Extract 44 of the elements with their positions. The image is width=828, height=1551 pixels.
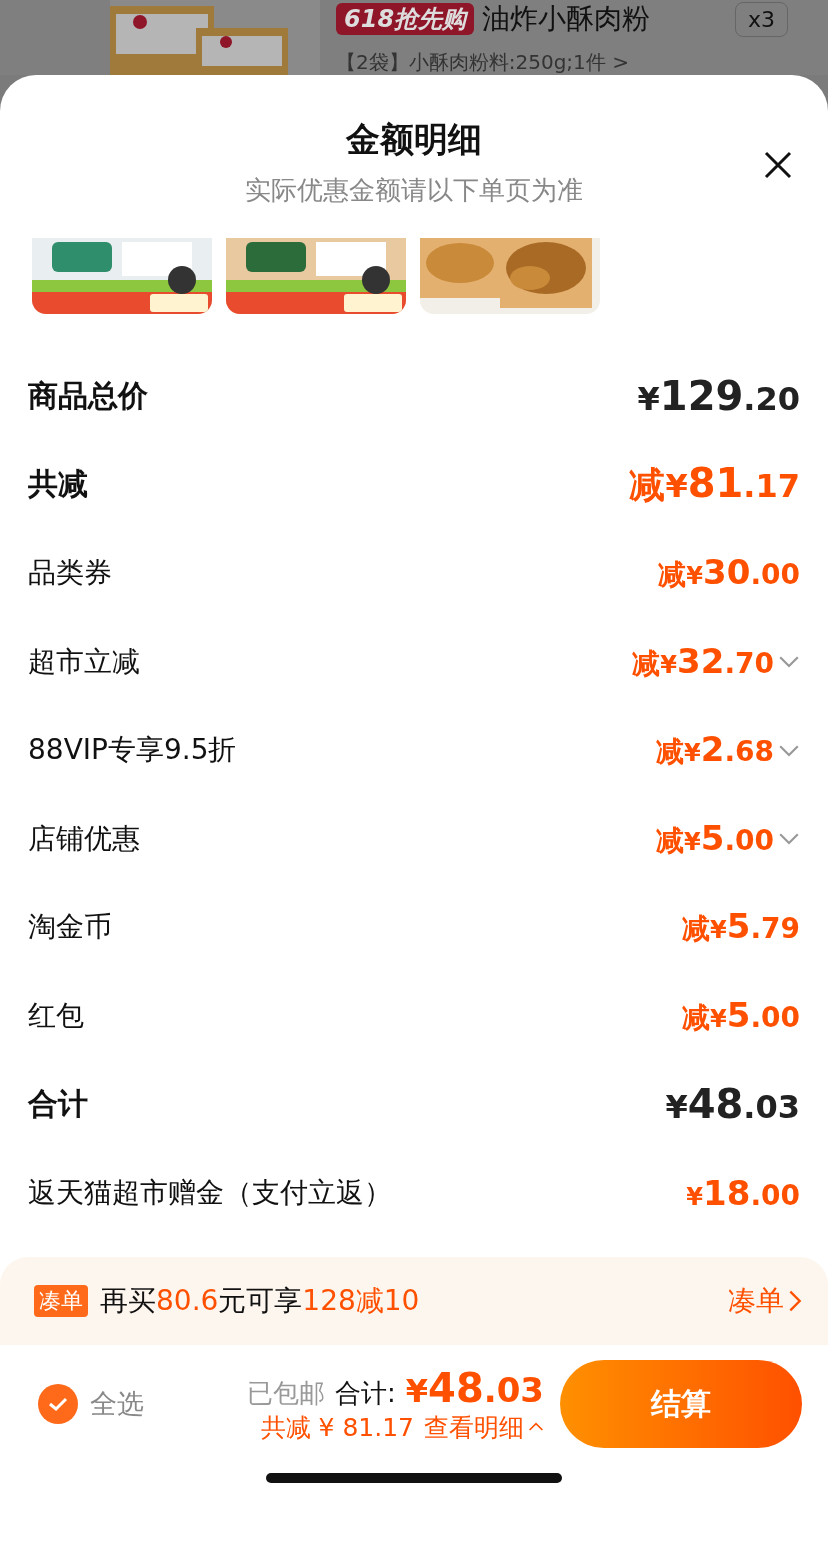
price-amount: ¥129.20 [637, 373, 800, 420]
price-amount: 减¥2.68 [656, 729, 774, 772]
row-label: 88VIP专享9.5折 [28, 732, 237, 769]
select-all-label: 全选 [90, 1387, 144, 1421]
row-label: 店铺优惠 [28, 820, 140, 857]
product-title: 油炸小酥肉粉 [482, 1, 651, 37]
select-all-checkbox[interactable] [38, 1384, 78, 1424]
row-label: 返天猫超市赠金（支付立返） [28, 1174, 392, 1211]
promo-tag: 凑单 [34, 1285, 88, 1317]
price-amount: 减¥81.17 [629, 459, 800, 508]
price-amount: 减¥30.00 [658, 552, 800, 595]
price-amount: 减¥5.79 [682, 906, 800, 949]
row-label: 合计 [28, 1084, 88, 1123]
row-label: 超市立减 [28, 643, 140, 680]
quantity-label: x3 [734, 1, 788, 37]
row-label: 共减 [28, 465, 88, 504]
promo-badge: 618抢先购 [336, 3, 475, 35]
row-label: 商品总价 [28, 376, 148, 415]
chevron-up-icon [528, 1422, 544, 1432]
add-items-link[interactable]: 凑单 [728, 1282, 802, 1320]
saving-label: 共减 ¥ 81.17 [260, 1411, 414, 1444]
shipping-label: 已包邮 [247, 1376, 326, 1410]
price-amount: 减¥5.00 [682, 994, 800, 1037]
price-amount: ¥48.03 [665, 1081, 800, 1128]
promo-text: 再买80.6元可享128减10 [100, 1283, 420, 1319]
close-button[interactable] [762, 149, 794, 181]
row-label: 淘金币 [28, 909, 112, 946]
row-label: 品类券 [28, 555, 112, 592]
sheet-subtitle: 实际优惠金额请以下单页为准 [245, 174, 583, 207]
chevron-down-icon [778, 743, 800, 757]
price-amount: ¥18.00 [686, 1172, 800, 1213]
chevron-down-icon [778, 655, 800, 669]
row-label: 红包 [28, 997, 84, 1034]
price-amount: 减¥5.00 [656, 817, 774, 860]
total-amount: ¥48.03 [405, 1364, 544, 1411]
chevron-down-icon [778, 832, 800, 846]
price-amount: 减¥32.70 [632, 640, 774, 683]
checkmark-icon [47, 1396, 69, 1412]
chevron-right-icon [788, 1289, 802, 1313]
product-spec: 【2袋】小酥肉粉料:250g;1件 > [336, 50, 630, 74]
checkout-button[interactable]: 结算 [560, 1360, 802, 1448]
sheet-title: 金额明细 [346, 118, 482, 161]
total-label: 合计: [335, 1376, 396, 1410]
view-details-link[interactable]: 查看明细 [424, 1410, 544, 1444]
